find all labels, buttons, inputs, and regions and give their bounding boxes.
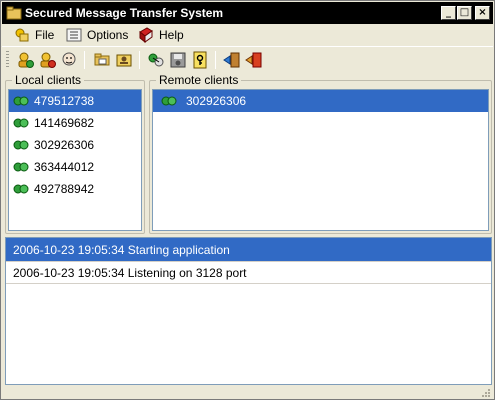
- toolbar: [2, 46, 493, 72]
- network-connect-icon[interactable]: [147, 51, 165, 69]
- toolbar-separator: [215, 51, 216, 69]
- maximize-button[interactable]: □: [457, 6, 472, 20]
- toolbar-separator: [139, 51, 140, 69]
- file-menu-icon: [15, 28, 29, 42]
- list-item[interactable]: 479512738: [9, 90, 141, 112]
- list-item[interactable]: 141469682: [9, 112, 141, 134]
- menu-bar: File Options Help: [2, 24, 493, 45]
- id-card-icon[interactable]: [115, 51, 133, 69]
- remote-clients-title: Remote clients: [156, 73, 242, 87]
- options-menu-icon: [66, 28, 82, 42]
- local-client-id: 141469682: [34, 116, 95, 130]
- client-icon: [13, 96, 29, 106]
- remote-clients-group: Remote clients 302926306: [149, 73, 492, 234]
- resize-grip-icon[interactable]: [480, 387, 491, 398]
- log-entry[interactable]: 2006-10-23 19:05:34 Starting application: [6, 238, 491, 261]
- toolbar-grip[interactable]: [6, 51, 9, 69]
- list-item[interactable]: 492788942: [9, 178, 141, 200]
- menu-options[interactable]: Options: [66, 26, 128, 44]
- menu-options-label: Options: [87, 28, 129, 42]
- help-book-icon: [139, 27, 153, 43]
- client-icon: [13, 118, 29, 128]
- remove-user-icon[interactable]: [38, 51, 56, 69]
- list-item[interactable]: 302926306: [153, 90, 488, 112]
- log-list[interactable]: 2006-10-23 19:05:34 Starting application…: [5, 237, 492, 385]
- minimize-button[interactable]: _: [441, 6, 456, 20]
- add-user-icon[interactable]: [16, 51, 34, 69]
- exit-door-icon[interactable]: [245, 51, 263, 69]
- menu-file-label: File: [35, 28, 55, 42]
- disk-icon[interactable]: [169, 51, 187, 69]
- folder-app-icon: [6, 6, 22, 20]
- window-title: Secured Message Transfer System: [25, 6, 224, 20]
- local-client-id: 492788942: [34, 182, 95, 196]
- client-icon: [13, 162, 29, 172]
- menu-help-label: Help: [159, 28, 184, 42]
- client-icon: [13, 140, 29, 150]
- local-clients-list[interactable]: 479512738 141469682 302926306 363444012 …: [8, 89, 142, 231]
- local-client-id: 479512738: [34, 94, 95, 108]
- close-button[interactable]: ×: [475, 6, 490, 20]
- user-face-icon[interactable]: [60, 51, 78, 69]
- app-window: Secured Message Transfer System _ □ × Fi…: [0, 0, 495, 400]
- local-clients-group: Local clients 479512738 141469682 302926…: [5, 73, 145, 234]
- client-icon: [161, 96, 177, 106]
- local-client-id: 302926306: [34, 138, 95, 152]
- log-entry[interactable]: 2006-10-23 19:05:34 Listening on 3128 po…: [6, 261, 491, 284]
- list-item[interactable]: 363444012: [9, 156, 141, 178]
- local-client-id: 363444012: [34, 160, 95, 174]
- menu-file[interactable]: File: [14, 26, 54, 44]
- client-icon: [13, 184, 29, 194]
- local-clients-title: Local clients: [12, 73, 85, 87]
- open-folder-icon[interactable]: [93, 51, 111, 69]
- menu-help[interactable]: Help: [138, 26, 184, 44]
- document-key-icon[interactable]: [191, 51, 209, 69]
- status-bar: [2, 387, 493, 399]
- remote-clients-list[interactable]: 302926306: [152, 89, 489, 231]
- list-item[interactable]: 302926306: [9, 134, 141, 156]
- title-bar[interactable]: Secured Message Transfer System _ □ ×: [2, 2, 493, 24]
- toolbar-separator: [84, 51, 85, 69]
- remote-client-id: 302926306: [186, 94, 247, 108]
- enter-door-icon[interactable]: [223, 51, 241, 69]
